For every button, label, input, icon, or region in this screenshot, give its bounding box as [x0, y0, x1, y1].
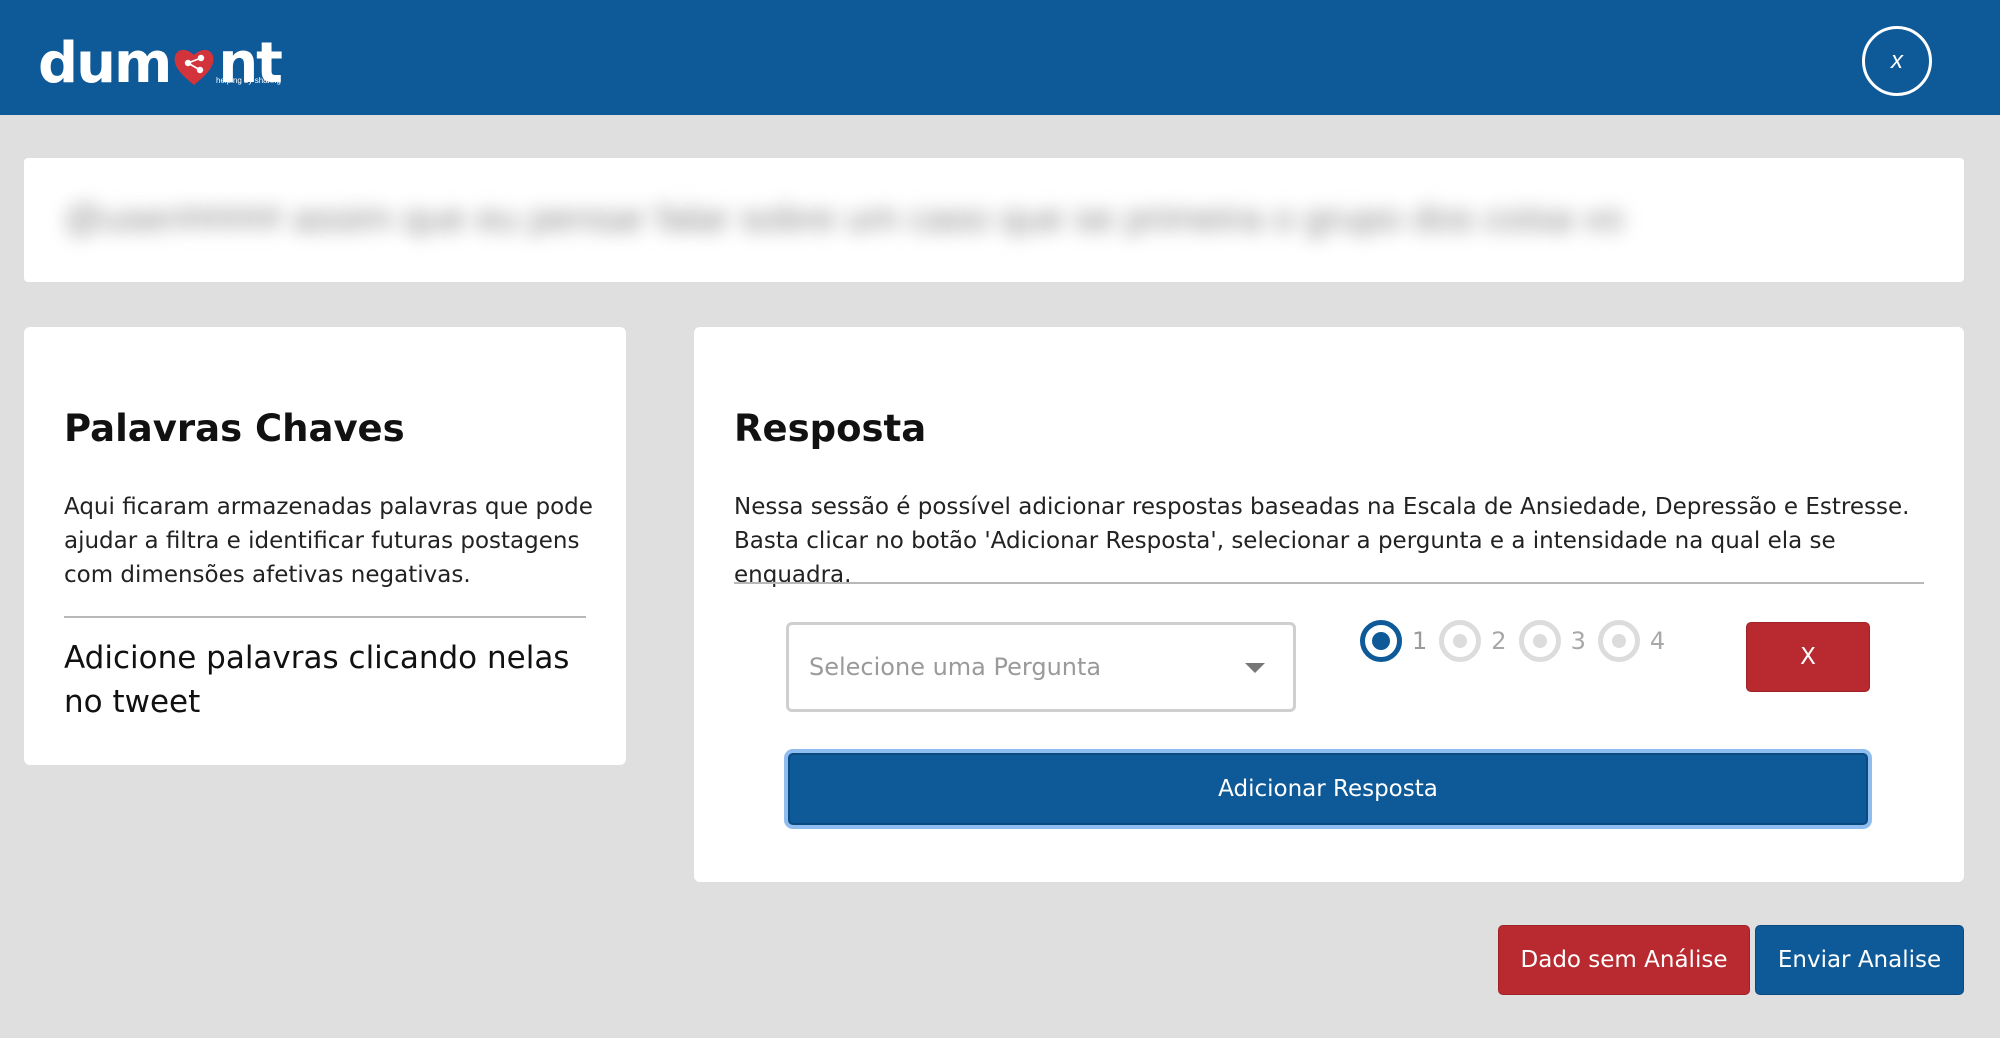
keywords-description: Aqui ficaram armazenadas palavras que po…: [64, 494, 593, 588]
dumont-logo: dum nt helping by sharing: [38, 22, 283, 96]
intensity-label-3: 3: [1570, 627, 1586, 655]
send-analysis-button[interactable]: Enviar Analise: [1755, 925, 1964, 995]
intensity-radio-1[interactable]: [1360, 620, 1402, 662]
heart-icon: [174, 49, 214, 85]
intensity-radio-3[interactable]: [1518, 620, 1561, 662]
response-divider: [734, 582, 1924, 584]
intensity-radio-2[interactable]: [1439, 620, 1482, 662]
no-analysis-button[interactable]: Dado sem Análise: [1498, 925, 1750, 995]
add-response-button[interactable]: Adicionar Resposta: [788, 753, 1868, 825]
intensity-radio-group: 1 2 3 4: [1360, 619, 1677, 663]
remove-response-button[interactable]: X: [1746, 622, 1870, 692]
tweet-card: @user##### assim que eu pensar falar sob…: [24, 158, 1964, 282]
close-button[interactable]: x: [1862, 26, 1932, 96]
question-select-placeholder: Selecione uma Pergunta: [809, 653, 1102, 681]
chevron-down-icon: [1245, 663, 1265, 673]
keywords-divider: [64, 616, 586, 618]
response-panel: Resposta Nessa sessão é possível adicion…: [694, 327, 1964, 882]
response-title: Resposta: [734, 407, 927, 450]
logo-text-left: dum: [38, 31, 172, 96]
response-description-line1: Nessa sessão é possível adicionar respos…: [734, 494, 1910, 520]
logo-tagline: helping by sharing: [216, 76, 281, 85]
keywords-title: Palavras Chaves: [64, 407, 405, 450]
top-bar: dum nt helping by sharing x: [0, 0, 2000, 115]
intensity-label-2: 2: [1491, 627, 1507, 655]
tweet-text[interactable]: @user##### assim que eu pensar falar sob…: [64, 198, 1623, 241]
intensity-radio-4[interactable]: [1597, 620, 1640, 662]
keywords-panel: Palavras Chaves Aqui ficaram armazenadas…: [24, 327, 626, 765]
intensity-label-4: 4: [1649, 627, 1666, 655]
question-select[interactable]: Selecione uma Pergunta: [786, 622, 1296, 712]
intensity-label-1: 1: [1412, 627, 1428, 655]
keywords-hint: Adicione palavras clicando nelas no twee…: [64, 640, 570, 720]
